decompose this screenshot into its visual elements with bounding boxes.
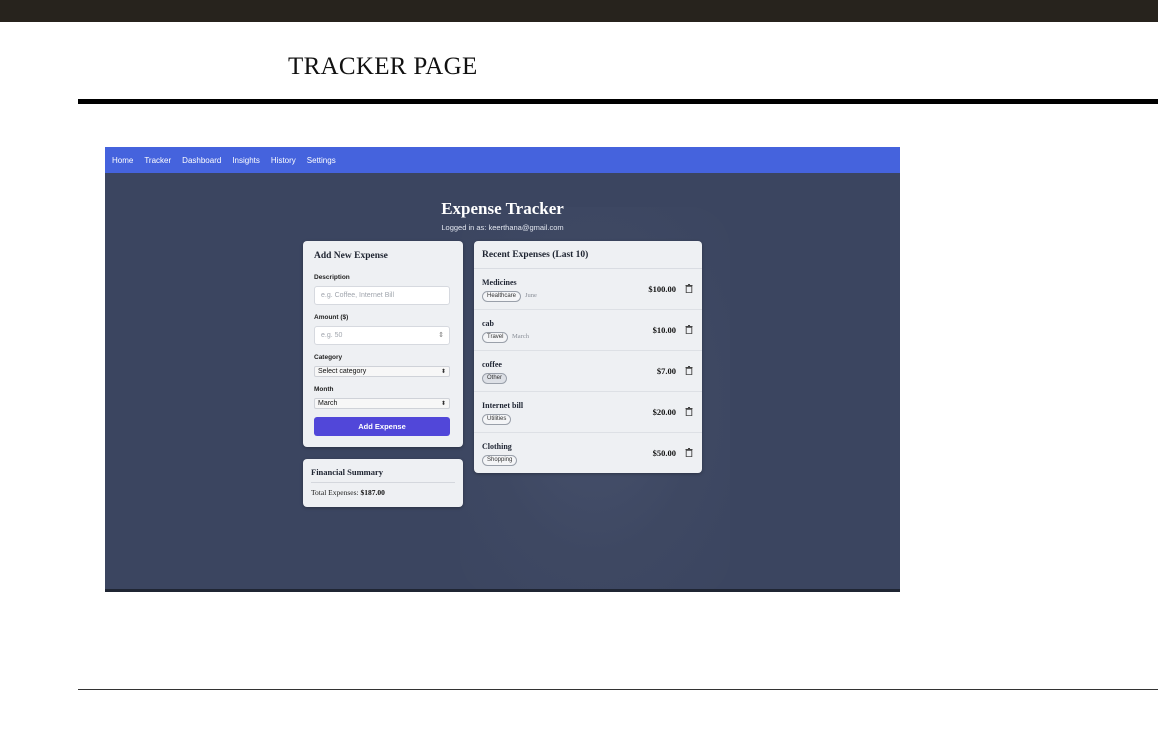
expense-row: coffee Other $7.00 [474, 351, 702, 392]
add-expense-card: Add New Expense Description e.g. Coffee,… [303, 241, 463, 447]
expense-name: Clothing [482, 442, 512, 451]
expense-amount: $10.00 [652, 325, 676, 335]
heading-divider [78, 99, 1158, 104]
expense-row: Clothing Shopping $50.00 [474, 433, 702, 474]
expense-row: Internet bill Utilities $20.00 [474, 392, 702, 433]
nav-settings[interactable]: Settings [307, 156, 336, 165]
category-select[interactable]: Select category ⬍ [314, 366, 450, 377]
amount-label: Amount ($) [314, 314, 349, 321]
expense-month: March [512, 333, 529, 340]
expense-name: Medicines [482, 278, 517, 287]
trash-icon[interactable] [685, 366, 693, 375]
month-select[interactable]: March ⬍ [314, 398, 450, 409]
expense-row: Medicines Healthcare June $100.00 [474, 269, 702, 310]
expense-month: June [525, 292, 537, 299]
page-heading: TRACKER PAGE [288, 53, 478, 80]
trash-icon[interactable] [685, 284, 693, 293]
expense-name: cab [482, 319, 494, 328]
nav-tracker[interactable]: Tracker [144, 156, 171, 165]
description-label: Description [314, 274, 350, 281]
footer-divider [78, 689, 1158, 690]
amount-placeholder: e.g. 50 [321, 332, 343, 339]
trash-icon[interactable] [685, 407, 693, 416]
nav-history[interactable]: History [271, 156, 296, 165]
description-input[interactable]: e.g. Coffee, Internet Bill [314, 286, 450, 305]
stepper-icon[interactable]: ⇕ [438, 331, 444, 339]
expense-amount: $20.00 [652, 407, 676, 417]
summary-title: Financial Summary [311, 467, 455, 483]
financial-summary-card: Financial Summary Total Expenses: $187.0… [303, 459, 463, 507]
expense-amount: $100.00 [648, 284, 676, 294]
logged-in-status: Logged in as: keerthana@gmail.com [441, 223, 564, 232]
expense-row: cab Travel March $10.00 [474, 310, 702, 351]
expense-name: Internet bill [482, 401, 524, 410]
category-tag: Shopping [482, 455, 518, 466]
category-tag: Travel [482, 332, 509, 343]
top-dark-band [0, 0, 1158, 22]
trash-icon[interactable] [685, 325, 693, 334]
category-tag: Utilities [482, 414, 512, 425]
nav-home[interactable]: Home [112, 156, 133, 165]
total-label: Total Expenses: [311, 488, 359, 497]
app-screenshot: Home Tracker Dashboard Insights History … [105, 147, 900, 592]
trash-icon[interactable] [685, 448, 693, 457]
category-tag: Other [482, 373, 508, 384]
expense-name: coffee [482, 360, 502, 369]
total-value: $187.00 [360, 488, 385, 497]
screenshot-bottom-edge [105, 589, 900, 592]
nav-dashboard[interactable]: Dashboard [182, 156, 221, 165]
expense-amount: $7.00 [656, 366, 676, 376]
category-value: Select category [318, 368, 367, 375]
recent-expenses-title: Recent Expenses (Last 10) [474, 241, 702, 269]
amount-input[interactable]: e.g. 50 ⇕ [314, 326, 450, 345]
recent-expenses-card: Recent Expenses (Last 10) Medicines Heal… [474, 241, 702, 473]
app-title: Expense Tracker [441, 199, 564, 218]
select-arrow-icon: ⬍ [440, 401, 446, 407]
summary-total: Total Expenses: $187.00 [311, 488, 455, 497]
add-expense-button[interactable]: Add Expense [314, 417, 450, 436]
category-tag: Healthcare [482, 291, 522, 302]
nav-insights[interactable]: Insights [232, 156, 260, 165]
select-arrow-icon: ⬍ [440, 369, 446, 375]
add-expense-title: Add New Expense [314, 251, 388, 261]
month-label: Month [314, 386, 334, 393]
expense-amount: $50.00 [652, 448, 676, 458]
month-value: March [318, 400, 338, 407]
navbar: Home Tracker Dashboard Insights History … [105, 147, 900, 173]
category-label: Category [314, 354, 343, 361]
